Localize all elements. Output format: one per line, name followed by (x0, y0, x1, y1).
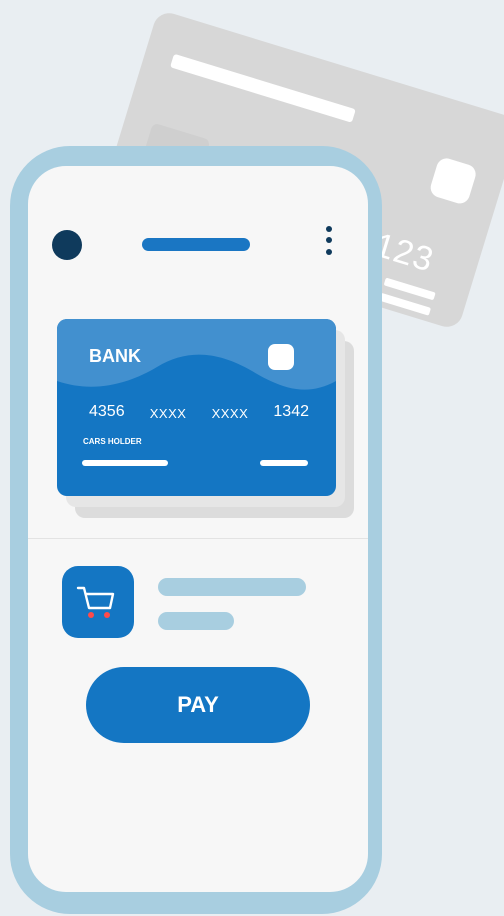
vertical-dots-menu-icon (326, 226, 332, 232)
card-number-group: 4356 (89, 403, 125, 420)
card-number-group: XXXX (149, 406, 187, 421)
vertical-dots-menu-icon (326, 249, 332, 255)
background-card-chip (428, 155, 479, 206)
card-number: 4356 XXXX XXXX 1342 (89, 403, 309, 421)
item-title-placeholder (158, 578, 306, 596)
cart-button[interactable] (62, 566, 134, 638)
background-card-stripe (170, 53, 356, 123)
camera-icon (52, 230, 82, 260)
bank-card[interactable]: BANK 4356 XXXX XXXX 1342 CARS HOLDER (57, 319, 336, 496)
card-holder-name-placeholder (82, 460, 168, 466)
bank-name: BANK (89, 346, 141, 366)
speaker-bar (142, 238, 250, 251)
section-divider (28, 538, 368, 539)
vertical-dots-menu-icon (326, 237, 332, 243)
card-chip-icon (268, 344, 294, 370)
item-price-placeholder (158, 612, 234, 630)
phone-screen (28, 166, 368, 892)
card-number-group: XXXX (211, 406, 249, 421)
shopping-cart-icon (76, 586, 115, 618)
card-holder-label: CARS HOLDER (83, 437, 142, 446)
card-number-group: 1342 (273, 403, 309, 420)
pay-button[interactable]: PAY (86, 667, 310, 743)
menu-button[interactable] (318, 224, 340, 260)
card-expiry-placeholder (260, 460, 308, 466)
